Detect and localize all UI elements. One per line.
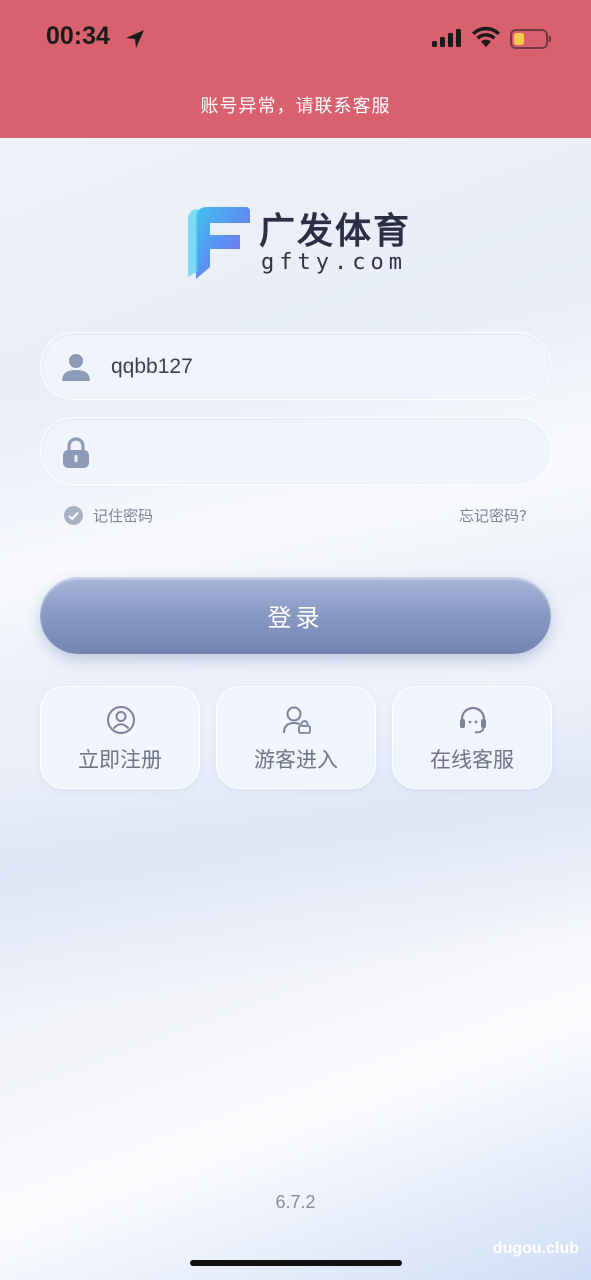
- password-field[interactable]: [40, 417, 551, 485]
- wifi-icon: [472, 26, 500, 47]
- register-button[interactable]: 立即注册: [40, 686, 200, 789]
- username-field[interactable]: [40, 332, 551, 400]
- login-button[interactable]: 登录: [40, 577, 551, 654]
- user-icon: [62, 354, 90, 381]
- username-input[interactable]: [111, 345, 531, 389]
- battery-icon: [510, 29, 551, 49]
- status-time: 00:34: [46, 22, 110, 50]
- watermark: dugou.club: [492, 1240, 579, 1257]
- forgot-password-link[interactable]: 忘记密码?: [459, 505, 527, 526]
- brand-name: 广发体育: [259, 211, 412, 252]
- brand-domain: gfty.com: [261, 250, 407, 275]
- remember-password-toggle[interactable]: 记住密码: [64, 505, 153, 526]
- guest-entry-button[interactable]: 游客进入: [216, 686, 376, 789]
- app-version: 6.7.2: [275, 1192, 316, 1212]
- header-bar: 00:34 账号异常，请联系客服: [0, 0, 591, 138]
- remember-password-label: 记住密码: [93, 507, 154, 525]
- location-arrow-icon: [126, 30, 144, 48]
- guest-entry-label: 游客进入: [254, 748, 338, 772]
- lock-icon: [63, 437, 89, 468]
- account-notice: 账号异常，请联系客服: [200, 96, 391, 117]
- cellular-signal-icon: [432, 29, 461, 47]
- guest-icon: [283, 706, 311, 734]
- register-label: 立即注册: [78, 748, 162, 772]
- user-circle-icon: [107, 706, 135, 734]
- online-service-label: 在线客服: [430, 748, 514, 772]
- check-circle-icon: [64, 506, 83, 525]
- online-service-button[interactable]: 在线客服: [392, 686, 552, 789]
- home-indicator: [190, 1260, 402, 1266]
- headset-icon: [460, 706, 486, 734]
- password-input[interactable]: [111, 430, 531, 474]
- brand-logo-icon: [188, 207, 250, 279]
